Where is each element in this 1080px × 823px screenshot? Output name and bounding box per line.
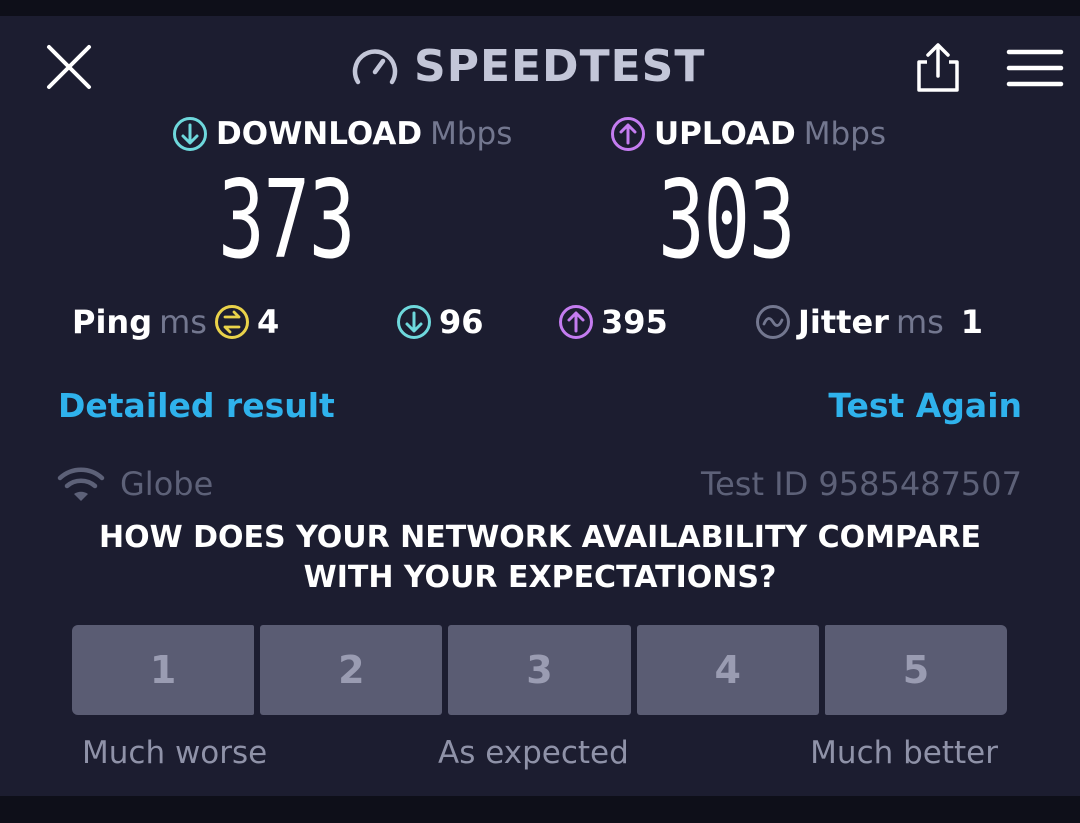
upload-arrow-icon <box>611 117 645 151</box>
provider-info: Globe <box>56 462 213 506</box>
rating-option-4[interactable]: 4 <box>636 625 819 715</box>
scale-label-mid: As expected <box>438 735 629 771</box>
speedtest-result-screen: SPEEDTEST DOWNLOAD Mbps 373 UPLOAD Mbps … <box>0 16 1080 796</box>
upload-speed-value: 303 <box>658 158 796 283</box>
survey-question: HOW DOES YOUR NETWORK AVAILABILITY COMPA… <box>0 518 1080 598</box>
jitter-unit: ms <box>895 303 944 341</box>
jitter-value: 1 <box>960 303 984 341</box>
download-unit: Mbps <box>430 116 513 152</box>
wifi-icon <box>57 467 105 501</box>
scale-label-high: Much better <box>810 735 998 771</box>
survey-question-line-1: HOW DOES YOUR NETWORK AVAILABILITY COMPA… <box>98 520 982 555</box>
ping-icon <box>214 305 249 339</box>
test-id: Test ID 9585487507 <box>700 465 1022 503</box>
share-icon[interactable] <box>908 38 968 98</box>
upload-unit: Mbps <box>803 116 887 152</box>
hamburger-menu-icon[interactable] <box>1002 40 1068 96</box>
download-header: DOWNLOAD Mbps <box>172 114 512 154</box>
detailed-result-link[interactable]: Detailed result <box>58 382 335 430</box>
scale-label-low: Much worse <box>82 735 268 771</box>
rating-option-1[interactable]: 1 <box>72 625 255 715</box>
upload-label: UPLOAD <box>654 116 796 152</box>
download-latency-value: 96 <box>439 303 484 341</box>
ping-label: Ping <box>72 303 153 341</box>
brand-logo: SPEEDTEST <box>350 38 705 94</box>
rating-option-2[interactable]: 2 <box>260 625 443 715</box>
jitter-label: Jitter <box>798 303 889 341</box>
download-label: DOWNLOAD <box>216 116 423 152</box>
upload-latency-stat: 395 <box>558 300 668 344</box>
jitter-stat: Jitter ms 1 <box>755 300 983 344</box>
upload-header: UPLOAD Mbps <box>610 114 886 154</box>
ping-unit: ms <box>159 303 207 341</box>
brand-name: SPEEDTEST <box>414 40 706 92</box>
download-speed-value: 373 <box>218 158 356 283</box>
ping-value: 4 <box>256 303 280 341</box>
rating-scale: 1 2 3 4 5 <box>72 625 1008 715</box>
test-again-button[interactable]: Test Again <box>828 382 1022 430</box>
rating-option-5[interactable]: 5 <box>824 625 1008 715</box>
provider-name: Globe <box>120 465 214 503</box>
download-arrow-icon <box>173 117 207 151</box>
download-latency-stat: 96 <box>396 300 484 344</box>
ping-stat: Ping ms 4 <box>72 300 279 344</box>
speedometer-icon <box>352 49 398 85</box>
rating-option-3[interactable]: 3 <box>448 625 631 715</box>
upload-latency-icon <box>559 305 593 339</box>
upload-latency-value: 395 <box>601 303 668 341</box>
download-latency-icon <box>397 305 431 339</box>
close-icon[interactable] <box>40 38 98 96</box>
jitter-icon <box>756 305 790 339</box>
survey-question-line-2: WITH YOUR EXPECTATIONS? <box>303 560 777 595</box>
